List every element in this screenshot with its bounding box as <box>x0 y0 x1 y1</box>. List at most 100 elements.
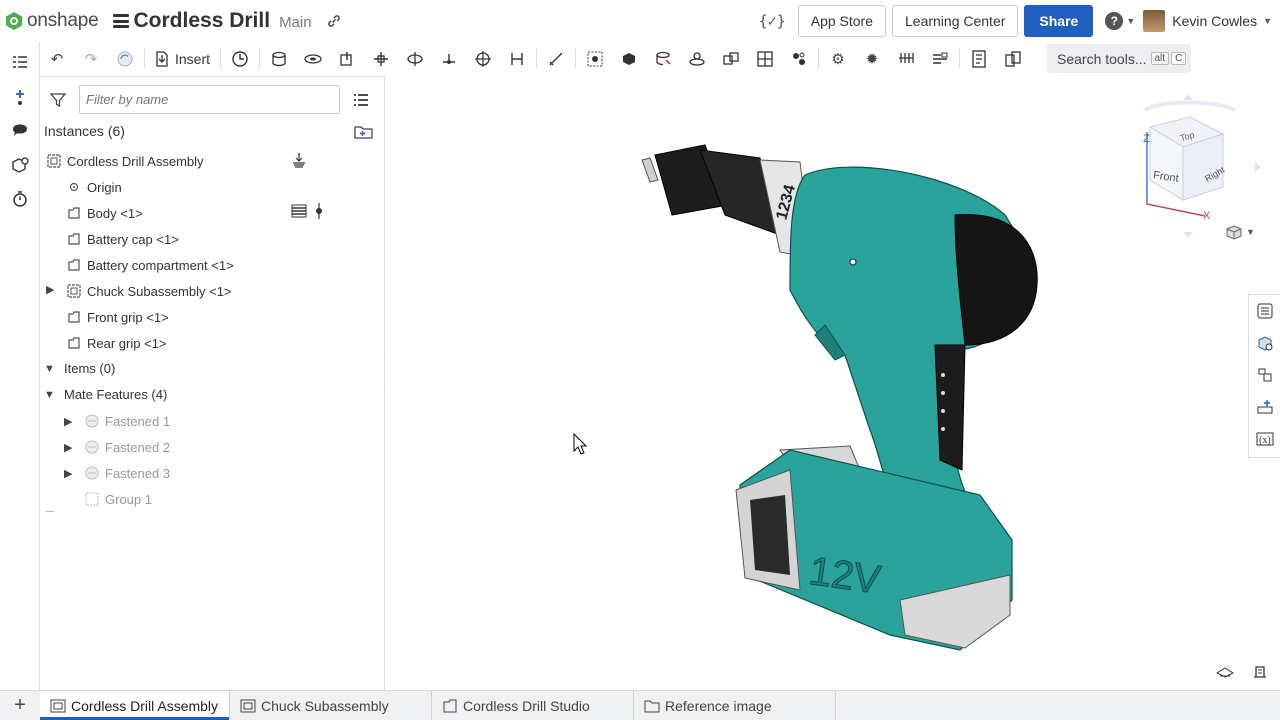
assembly-tab-icon <box>240 699 256 712</box>
ground-icon[interactable] <box>291 152 307 168</box>
fastened-mate-icon[interactable] <box>262 44 296 74</box>
regenerate-icon[interactable] <box>108 44 142 74</box>
menu-icon[interactable] <box>112 14 129 28</box>
measure-icon[interactable] <box>1252 664 1268 678</box>
mate-group-icon[interactable] <box>782 44 816 74</box>
linear-relation-icon[interactable] <box>748 44 782 74</box>
mate-connector-icon[interactable] <box>578 44 612 74</box>
mass-properties-icon[interactable] <box>1250 391 1280 423</box>
variables-icon[interactable]: (x) <box>1250 423 1280 455</box>
pin-slot-mate-icon[interactable] <box>432 44 466 74</box>
learning-center-button[interactable]: Learning Center <box>892 5 1019 37</box>
group-icon[interactable] <box>612 44 646 74</box>
tab-chuck-subassembly[interactable]: Chuck Subassembly <box>230 691 432 720</box>
view-options-dropdown[interactable]: ▼ <box>1225 224 1255 240</box>
chevron-right-icon[interactable]: ▶ <box>64 441 72 454</box>
chevron-down-icon[interactable]: ▼ <box>44 363 60 375</box>
cylindrical-mate-icon[interactable] <box>398 44 432 74</box>
mate-item-label: Fastened 3 <box>105 465 171 481</box>
items-section[interactable]: ▼ Items (0) <box>44 361 115 376</box>
onshape-logo[interactable]: onshape <box>4 10 99 32</box>
help-chevron-down-icon[interactable]: ▼ <box>1126 16 1135 26</box>
filter-icon[interactable] <box>49 91 67 109</box>
mate-item-fastened-1[interactable]: Fastened 1 <box>84 409 170 433</box>
document-tabs: + Cordless Drill Assembly Chuck Subassem… <box>0 690 1280 720</box>
properties-icon[interactable] <box>1250 295 1280 327</box>
view-cube[interactable]: Z X Top Front Right <box>1125 92 1265 242</box>
hatch-icon[interactable] <box>291 204 307 218</box>
tree-item-front-grip[interactable]: Front grip <1> <box>66 305 169 329</box>
explode-icon[interactable]: ✹ <box>855 44 889 74</box>
add-tab-button[interactable]: + <box>0 691 40 720</box>
part-icon <box>66 336 82 350</box>
configurations-icon[interactable] <box>5 148 35 182</box>
chevron-right-icon[interactable]: ▶ <box>64 467 72 480</box>
chevron-right-icon[interactable]: ▶ <box>64 415 72 428</box>
planar-mate-icon[interactable] <box>364 44 398 74</box>
part-icon <box>66 310 82 324</box>
appearances-icon[interactable] <box>1250 327 1280 359</box>
tree-item-origin[interactable]: Origin <box>66 175 122 199</box>
new-folder-icon[interactable] <box>354 124 374 140</box>
revolute-mate-icon[interactable] <box>296 44 330 74</box>
gear-icon[interactable]: ⚙ <box>821 44 855 74</box>
named-positions-icon[interactable] <box>996 44 1030 74</box>
mate-features-header: Mate Features (4) <box>64 387 168 402</box>
gear-relation-icon[interactable] <box>646 44 680 74</box>
tree-item-battery-compartment[interactable]: Battery compartment <1> <box>66 253 234 277</box>
bill-of-materials-icon[interactable] <box>962 44 996 74</box>
branch-name[interactable]: Main <box>279 14 312 31</box>
tree-item-body[interactable]: Body <1> <box>66 201 143 225</box>
tree-item-label: Battery compartment <1> <box>87 257 234 273</box>
mate-connector-dot-icon[interactable] <box>314 203 324 219</box>
filter-by-name-input[interactable] <box>79 85 340 114</box>
tree-item-rear-grip[interactable]: Rear grip <1> <box>66 331 167 355</box>
comments-icon[interactable] <box>5 114 35 148</box>
undo-icon[interactable]: ↶ <box>40 44 74 74</box>
section-view-toggle-icon[interactable] <box>1216 664 1234 678</box>
share-button[interactable]: Share <box>1024 5 1094 37</box>
history-stopwatch-icon[interactable] <box>5 182 35 216</box>
list-view-icon[interactable] <box>353 93 369 107</box>
chevron-down-icon[interactable]: ▼ <box>44 389 60 401</box>
ball-mate-icon[interactable] <box>466 44 500 74</box>
parallel-mate-icon[interactable] <box>500 44 534 74</box>
mate-item-label: Fastened 2 <box>105 439 171 455</box>
redo-icon[interactable]: ↷ <box>74 44 108 74</box>
slider-mate-icon[interactable] <box>330 44 364 74</box>
user-chevron-down-icon[interactable]: ▼ <box>1263 16 1272 26</box>
featurescript-icon[interactable]: {✓} <box>759 12 786 30</box>
chevron-right-icon[interactable]: ▶ <box>46 283 54 296</box>
feature-list-icon[interactable] <box>5 46 35 80</box>
assembly-icon <box>46 154 62 168</box>
help-icon[interactable]: ? <box>1105 12 1124 30</box>
tab-reference-image[interactable]: Reference image <box>634 691 836 720</box>
document-title[interactable]: Cordless Drill <box>134 9 271 33</box>
avatar[interactable] <box>1143 10 1166 32</box>
mate-item-group-1[interactable]: Group 1 <box>84 487 152 511</box>
replicate-icon[interactable] <box>223 44 257 74</box>
tab-cordless-drill-studio[interactable]: Cordless Drill Studio <box>432 691 634 720</box>
tree-item-cordless-drill-assembly[interactable]: Cordless Drill Assembly <box>46 149 204 173</box>
tree-item-label: Rear grip <1> <box>87 335 167 351</box>
link-icon[interactable] <box>326 13 342 29</box>
search-tools-input[interactable]: Search tools... alt C <box>1047 44 1191 73</box>
section-view-icon[interactable] <box>889 44 923 74</box>
simplify-icon[interactable] <box>923 44 957 74</box>
mate-item-fastened-3[interactable]: Fastened 3 <box>84 461 170 485</box>
insert-parts-icon[interactable] <box>5 80 35 114</box>
bom-panel-icon[interactable] <box>1250 359 1280 391</box>
brand-name: onshape <box>27 10 99 31</box>
user-name[interactable]: Kevin Cowles <box>1172 13 1257 29</box>
screw-relation-icon[interactable] <box>714 44 748 74</box>
tangent-mate-icon[interactable] <box>539 44 573 74</box>
app-store-button[interactable]: App Store <box>797 5 886 37</box>
rack-pinion-icon[interactable] <box>680 44 714 74</box>
instances-header[interactable]: Instances (6) <box>44 123 125 139</box>
tab-cordless-drill-assembly[interactable]: Cordless Drill Assembly <box>40 691 230 720</box>
tree-item-battery-cap[interactable]: Battery cap <1> <box>66 227 179 251</box>
insert-button[interactable]: Insert <box>147 44 218 74</box>
mate-features-section[interactable]: ▼ Mate Features (4) <box>44 387 167 402</box>
tree-item-chuck-subassembly[interactable]: Chuck Subassembly <1> <box>66 279 232 303</box>
mate-item-fastened-2[interactable]: Fastened 2 <box>84 435 170 459</box>
